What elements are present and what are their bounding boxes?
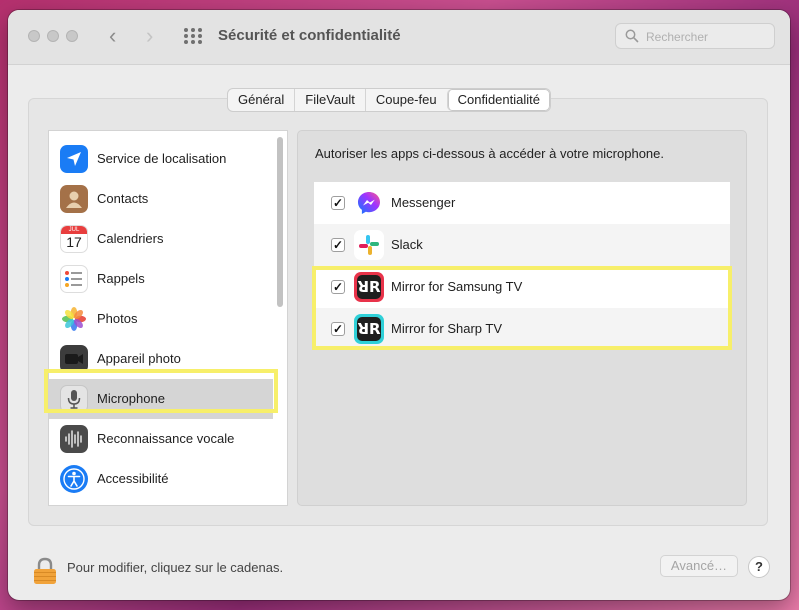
search-input[interactable]	[644, 28, 772, 46]
slack-icon	[354, 230, 384, 260]
sidebar-item-reminders[interactable]: Rappels	[49, 259, 273, 299]
tab-filevault[interactable]: FileVault	[294, 89, 365, 111]
sidebar-item-label: Service de localisation	[97, 151, 227, 166]
forward-arrow-icon[interactable]: ›	[146, 24, 153, 48]
show-all-grid-icon[interactable]	[184, 28, 204, 44]
tab-privacy[interactable]: Confidentialité	[446, 89, 550, 111]
accessibility-icon	[60, 465, 88, 493]
messenger-icon	[354, 188, 384, 218]
app-name: Mirror for Sharp TV	[391, 321, 503, 336]
sidebar-item-label: Rappels	[97, 271, 145, 286]
sidebar-item-label: Accessibilité	[97, 471, 169, 486]
sidebar-item-accessibility[interactable]: Accessibilité	[49, 459, 273, 499]
app-name: Messenger	[391, 195, 456, 210]
contacts-icon	[60, 185, 88, 213]
lock-instruction-text: Pour modifier, cliquez sur le cadenas.	[67, 560, 284, 575]
sidebar-item-label: Reconnaissance vocale	[97, 431, 235, 446]
help-button[interactable]: ?	[748, 556, 770, 578]
messenger-checkbox[interactable]: ✓	[331, 196, 345, 210]
system-preferences-window: ‹ › Sécurité et confidentialité Général …	[8, 10, 790, 600]
tab-firewall[interactable]: Coupe-feu	[364, 89, 447, 111]
camera-icon	[60, 345, 88, 373]
slack-checkbox[interactable]: ✓	[331, 238, 345, 252]
photos-icon	[60, 305, 88, 333]
reminders-icon	[60, 265, 88, 293]
zoom-window-button[interactable]	[66, 30, 78, 42]
sidebar-item-label: Photos	[97, 311, 138, 326]
search-field[interactable]	[615, 23, 775, 49]
sidebar-item-label: Appareil photo	[97, 351, 181, 366]
mirror-samsung-checkbox[interactable]: ✓	[331, 280, 345, 294]
app-row-mirror-sharp[interactable]: ✓ ꓤR Mirror for Sharp TV	[314, 308, 730, 350]
sidebar-item-contacts[interactable]: Contacts	[49, 179, 273, 219]
privacy-category-list: Service de localisation Contacts JUL 17 …	[48, 130, 288, 506]
sidebar-item-location[interactable]: Service de localisation	[49, 139, 273, 179]
back-arrow-icon[interactable]: ‹	[109, 24, 116, 48]
padlock-icon[interactable]	[32, 556, 58, 591]
app-row-mirror-samsung[interactable]: ✓ ꓤR Mirror for Samsung TV	[314, 266, 730, 308]
sidebar-scrollbar[interactable]	[277, 137, 283, 307]
mirror-sharp-icon: ꓤR	[354, 314, 384, 344]
window-title: Sécurité et confidentialité	[218, 27, 401, 44]
sidebar-item-photos[interactable]: Photos	[49, 299, 273, 339]
waveform-icon	[60, 425, 88, 453]
permission-description: Autoriser les apps ci-dessous à accéder …	[315, 146, 665, 161]
sidebar-item-label: Microphone	[97, 391, 165, 406]
sidebar-item-label: Contacts	[97, 191, 149, 206]
app-name: Mirror for Samsung TV	[391, 279, 523, 294]
minimize-window-button[interactable]	[47, 30, 59, 42]
tab-bar: Général FileVault Coupe-feu Confidential…	[227, 88, 551, 112]
advanced-button[interactable]: Avancé…	[660, 555, 738, 577]
sidebar-item-label: Calendriers	[97, 231, 164, 246]
sidebar-item-microphone[interactable]: Microphone	[49, 379, 273, 419]
sidebar-item-calendars[interactable]: JUL 17 Calendriers	[49, 219, 273, 259]
tab-general[interactable]: Général	[228, 89, 294, 111]
mirror-sharp-checkbox[interactable]: ✓	[331, 322, 345, 336]
app-row-messenger[interactable]: ✓ Messenger	[314, 182, 730, 224]
sidebar-item-camera[interactable]: Appareil photo	[49, 339, 273, 379]
search-icon	[625, 29, 639, 43]
location-arrow-icon	[60, 145, 88, 173]
sidebar-item-speech-recognition[interactable]: Reconnaissance vocale	[49, 419, 273, 459]
titlebar: ‹ › Sécurité et confidentialité	[8, 10, 790, 65]
close-window-button[interactable]	[28, 30, 40, 42]
microphone-icon	[60, 385, 88, 413]
calendar-icon: JUL 17	[60, 225, 88, 253]
app-row-slack[interactable]: ✓ Slack	[314, 224, 730, 266]
mirror-samsung-icon: ꓤR	[354, 272, 384, 302]
allowed-apps-list: ✓ Messenger ✓ Slack ✓ ꓤR Mirror for Sams…	[314, 182, 730, 350]
app-name: Slack	[391, 237, 423, 252]
